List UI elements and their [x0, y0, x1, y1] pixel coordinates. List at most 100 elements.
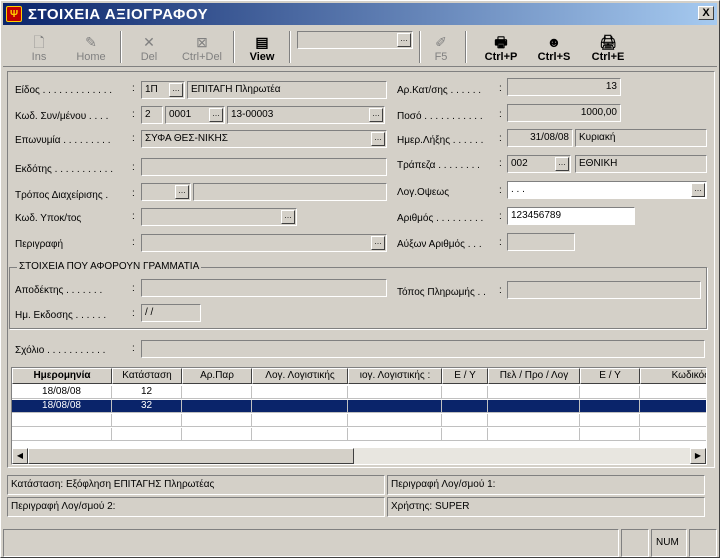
kod-ypok-dropdown-icon[interactable]: …: [281, 210, 295, 224]
col-header-ar-par[interactable]: Αρ.Παρ: [182, 368, 252, 384]
view-icon: ▤: [255, 34, 269, 50]
combo-dropdown-icon[interactable]: …: [397, 33, 411, 47]
eidos-dropdown-icon[interactable]: …: [169, 83, 183, 97]
eponymia-field[interactable]: ΣΥΦΑ ΘΕΣ-ΝΙΚΗΣ: [141, 130, 387, 148]
table-row-selected[interactable]: 18/08/08 32: [12, 400, 706, 413]
cell-status: 32: [112, 400, 182, 413]
toolbar-separator: [233, 31, 235, 63]
cell-empty: [488, 400, 580, 413]
colon: :: [499, 211, 502, 222]
col-header-log-2[interactable]: ιογ. Λογιστικής :: [348, 368, 442, 384]
cell-empty: [640, 400, 706, 413]
colon: :: [132, 109, 135, 120]
close-button[interactable]: X: [698, 6, 714, 20]
ctrl-s-label: Ctrl+S: [537, 51, 571, 63]
tropos-dropdown-icon[interactable]: …: [175, 185, 189, 199]
tropos-label: Τρόπος Διαχείρισης .: [15, 190, 109, 201]
colon: :: [499, 83, 502, 94]
apodektis-field[interactable]: [141, 279, 387, 297]
statusbar-cell: [689, 529, 717, 557]
scroll-left-icon[interactable]: ◀: [12, 448, 28, 464]
ctrl-p-label: Ctrl+P: [484, 51, 518, 63]
cell-empty: [640, 386, 706, 399]
eidos-label: Είδος . . . . . . . . . . . . .: [15, 85, 113, 96]
colon: :: [499, 158, 502, 169]
poso-field[interactable]: 1000,00: [507, 104, 621, 122]
colon: :: [499, 109, 502, 120]
ekdotis-label: Εκδότης . . . . . . . . . . .: [15, 164, 113, 175]
ins-button[interactable]: 🗋 Ins: [17, 27, 61, 67]
topos-field[interactable]: [507, 281, 701, 299]
title-bar: Ψ ΣΤΟΙΧΕΙΑ ΑΞΙΟΓΡΑΦΟΥ X: [3, 3, 717, 25]
col-header-pel[interactable]: Πελ / Προ / Λογ: [488, 368, 580, 384]
f5-button[interactable]: ✐ F5: [423, 27, 459, 67]
app-logo-icon: Ψ: [6, 6, 22, 22]
colon: :: [499, 185, 502, 196]
table-row[interactable]: 18/08/08 12: [12, 386, 706, 399]
perigrafi-dropdown-icon[interactable]: …: [371, 236, 385, 250]
grammatia-title: ΣΤΟΙΧΕΙΑ ΠΟΥ ΑΦΟΡΟΥΝ ΓΡΑΜΜΑΤΙΑ: [17, 261, 202, 272]
perigrafi-field[interactable]: [141, 234, 387, 252]
home-label: Home: [76, 51, 106, 63]
printer-icon: 🖶: [494, 34, 508, 50]
ayxon-field: [507, 233, 575, 251]
apodektis-label: Αποδέκτης . . . . . . .: [15, 285, 103, 296]
kod-syn-acc-dropdown-icon[interactable]: …: [369, 108, 383, 122]
scroll-right-icon[interactable]: ▶: [690, 448, 706, 464]
log-opseos-dropdown-icon[interactable]: …: [691, 183, 705, 197]
perigrafi1-status: Περιγραφή Λογ/σμού 1:: [387, 475, 705, 495]
toolbar-combo[interactable]: …: [297, 31, 413, 49]
colon: :: [499, 237, 502, 248]
statusbar-cell: [621, 529, 649, 557]
kod-syn-acc-field[interactable]: 13-00003: [227, 106, 385, 124]
col-header-log-1[interactable]: Λογ. Λογιστικής: [252, 368, 348, 384]
main-window: Ψ ΣΤΟΙΧΕΙΑ ΑΞΙΟΓΡΑΦΟΥ X 🗋 Ins ✎ Home ✕ Del …: [0, 0, 720, 558]
arithmos-label: Αριθμός . . . . . . . . .: [397, 213, 484, 224]
new-document-icon: 🗋: [33, 34, 45, 50]
table-row-empty: [12, 414, 706, 427]
del-button[interactable]: ✕ Del: [127, 27, 171, 67]
log-opseos-field[interactable]: . . .: [507, 181, 707, 199]
scroll-thumb[interactable]: [28, 448, 354, 464]
view-label: View: [249, 51, 275, 63]
trapeza-dropdown-icon[interactable]: …: [555, 157, 569, 171]
print-button[interactable]: 🖶 Ctrl+P: [477, 27, 525, 67]
colon: :: [499, 285, 502, 296]
ar-katosis-label: Αρ.Κατ/σης . . . . . .: [397, 85, 482, 96]
ctrl-s-button[interactable]: ☻ Ctrl+S: [531, 27, 577, 67]
col-header-ey-1[interactable]: Ε / Υ: [442, 368, 488, 384]
arithmos-field[interactable]: 123456789: [507, 207, 635, 225]
window-title: ΣΤΟΙΧΕΙΑ ΑΞΙΟΓΡΑΦΟΥ: [28, 5, 209, 23]
ctrl-e-button[interactable]: 🖨 Ctrl+E: [585, 27, 631, 67]
home-button[interactable]: ✎ Home: [69, 27, 113, 67]
col-header-status[interactable]: Κατάσταση: [112, 368, 182, 384]
ekdotis-field[interactable]: [141, 158, 387, 176]
f5-label: F5: [434, 51, 448, 63]
cell-empty: [580, 386, 640, 399]
col-header-kodikos[interactable]: Κωδικός: [640, 368, 706, 384]
kod-syn-dropdown-icon[interactable]: …: [209, 108, 223, 122]
ctrl-e-label: Ctrl+E: [591, 51, 625, 63]
col-header-date[interactable]: Ημερομηνία: [12, 368, 112, 384]
kod-syn-type-field[interactable]: 2: [141, 106, 163, 124]
ctrl-del-button[interactable]: ⊠ Ctrl+Del: [175, 27, 229, 67]
toolbar-separator: [120, 31, 122, 63]
col-header-ey-2[interactable]: Ε / Υ: [580, 368, 640, 384]
horizontal-scrollbar[interactable]: ◀ ▶: [12, 448, 706, 464]
log-opseos-label: Λογ.Οψεως: [397, 187, 450, 198]
eponymia-dropdown-icon[interactable]: …: [371, 132, 385, 146]
colon: :: [132, 343, 135, 354]
colon: :: [132, 308, 135, 319]
scholio-field[interactable]: [141, 340, 705, 358]
toolbar: 🗋 Ins ✎ Home ✕ Del ⊠ Ctrl+Del ▤ View … ✐ F5 🖶 C…: [3, 27, 717, 67]
imer-lixis-field[interactable]: 31/08/08: [507, 129, 573, 147]
toolbar-separator: [465, 31, 467, 63]
im-ekdosis-label: Ημ. Εκδοσης . . . . . .: [15, 310, 107, 321]
colon: :: [132, 83, 135, 94]
im-ekdosis-field[interactable]: / /: [141, 304, 201, 322]
view-button[interactable]: ▤ View: [239, 27, 285, 67]
cell-status: 12: [112, 386, 182, 399]
kod-ypok-field[interactable]: [141, 208, 297, 226]
history-grid[interactable]: Ημερομηνία Κατάσταση Αρ.Παρ Λογ. Λογιστι…: [11, 367, 707, 465]
colon: :: [132, 283, 135, 294]
